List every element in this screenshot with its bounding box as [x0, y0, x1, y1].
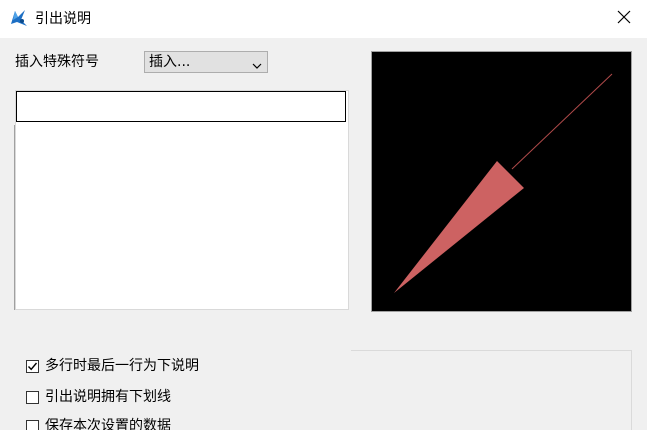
insert-special-symbol-label: 插入特殊符号	[15, 54, 99, 70]
checkbox-save-settings[interactable]	[26, 419, 39, 430]
leader-note-dialog: 引出说明 插入特殊符号 插入... 多行时最后一行为下说明 引出说明拥有下划线 …	[0, 0, 647, 430]
chevron-down-icon	[252, 58, 262, 69]
app-logo-icon	[9, 8, 29, 28]
leader-line	[511, 73, 613, 170]
option-label: 保存本次设置的数据	[45, 418, 171, 430]
option-save-settings[interactable]: 保存本次设置的数据	[26, 416, 171, 430]
option-underline[interactable]: 引出说明拥有下划线	[26, 387, 171, 407]
option-label: 引出说明拥有下划线	[45, 389, 171, 405]
insert-symbol-dropdown[interactable]: 插入...	[144, 51, 268, 73]
close-icon	[617, 10, 631, 28]
title-bar: 引出说明	[0, 0, 647, 38]
leader-preview	[371, 51, 632, 312]
option-last-line-below[interactable]: 多行时最后一行为下说明	[26, 356, 199, 376]
checkbox-last-line-below[interactable]	[26, 359, 39, 373]
close-button[interactable]	[601, 0, 647, 38]
option-label: 多行时最后一行为下说明	[45, 358, 199, 374]
note-text-area[interactable]	[15, 90, 349, 310]
dropdown-value: 插入...	[149, 54, 191, 70]
preview-canvas	[394, 73, 613, 293]
leader-arrowhead	[394, 161, 524, 293]
window-title: 引出说明	[35, 11, 91, 27]
note-text-input[interactable]	[16, 91, 346, 122]
check-icon	[27, 362, 38, 370]
checkbox-underline[interactable]	[26, 390, 39, 404]
